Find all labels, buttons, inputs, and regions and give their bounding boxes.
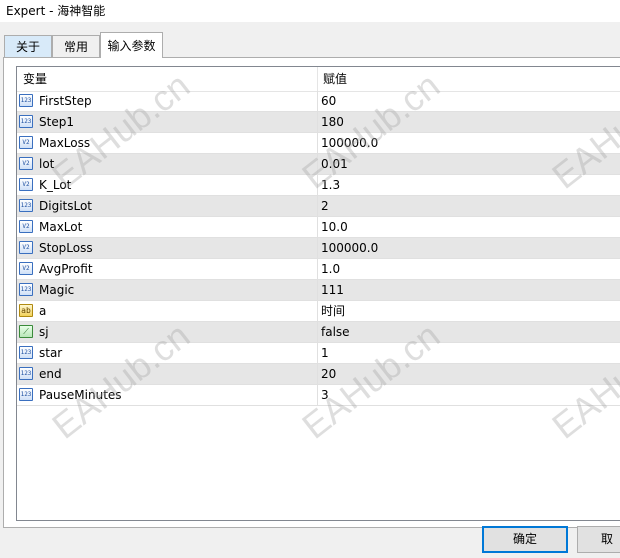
parameter-name: K_Lot (39, 178, 72, 192)
tab-inputs[interactable]: 输入参数 (100, 32, 163, 58)
cell-divider (317, 91, 318, 112)
cell-divider (317, 112, 318, 133)
column-divider[interactable] (317, 67, 318, 91)
parameter-value[interactable]: 1.3 (321, 175, 340, 196)
cell-divider (317, 133, 318, 154)
cell-divider (317, 280, 318, 301)
parameter-name: AvgProfit (39, 262, 93, 276)
integer-icon: 123 (19, 388, 33, 401)
window-title: Expert - 海神智能 (6, 4, 106, 18)
parameter-row-k-lot[interactable]: V2 K_Lot 1.3 (17, 175, 620, 196)
grid-header: 变量 赋值 (17, 67, 620, 92)
parameter-row-maxloss[interactable]: V2 MaxLoss 100000.0 (17, 133, 620, 154)
ok-button[interactable]: 确定 (482, 526, 568, 553)
parameter-value[interactable]: 0.01 (321, 154, 348, 175)
parameter-name: MaxLot (39, 220, 83, 234)
tab-common[interactable]: 常用 (52, 35, 100, 57)
grid-rows: 123 FirstStep 60 123 Step1 180 V2 MaxLoss 100000… (17, 91, 620, 406)
cell-divider (317, 385, 318, 406)
cell-divider (317, 196, 318, 217)
parameter-name: a (39, 304, 47, 318)
parameter-value[interactable]: 100000.0 (321, 238, 378, 259)
parameter-name: end (39, 367, 62, 381)
cell-divider (317, 301, 318, 322)
cancel-button[interactable]: 取 (577, 526, 620, 553)
parameter-value[interactable]: 111 (321, 280, 344, 301)
parameter-name: Magic (39, 283, 75, 297)
parameter-row-star[interactable]: 123 star 1 (17, 343, 620, 364)
double-icon: V2 (19, 178, 33, 191)
integer-icon: 123 (19, 199, 33, 212)
string-icon: ab (19, 304, 33, 317)
column-header-value[interactable]: 赋值 (323, 67, 347, 91)
double-icon: V2 (19, 241, 33, 254)
title-bar: Expert - 海神智能 (0, 0, 620, 22)
double-icon: V2 (19, 220, 33, 233)
double-icon: V2 (19, 136, 33, 149)
integer-icon: 123 (19, 346, 33, 359)
parameter-name: DigitsLot (39, 199, 93, 213)
parameter-row-firststep[interactable]: 123 FirstStep 60 (17, 91, 620, 112)
parameter-name: sj (39, 325, 49, 339)
parameter-row-a[interactable]: ab a 时间 (17, 301, 620, 322)
parameter-row-digitslot[interactable]: 123 DigitsLot 2 (17, 196, 620, 217)
parameter-name: StopLoss (39, 241, 93, 255)
tab-about[interactable]: 关于 (4, 35, 52, 57)
cell-divider (317, 343, 318, 364)
double-icon: V2 (19, 157, 33, 170)
cell-divider (317, 259, 318, 280)
parameter-value[interactable]: 1.0 (321, 259, 340, 280)
parameter-value[interactable]: 3 (321, 385, 329, 406)
parameter-row-pauseminutes[interactable]: 123 PauseMinutes 3 (17, 385, 620, 406)
parameter-row-lot[interactable]: V2 lot 0.01 (17, 154, 620, 175)
parameter-value[interactable]: 2 (321, 196, 329, 217)
integer-icon: 123 (19, 94, 33, 107)
parameter-row-magic[interactable]: 123 Magic 111 (17, 280, 620, 301)
cell-divider (317, 238, 318, 259)
cell-divider (317, 175, 318, 196)
parameter-value[interactable]: false (321, 322, 350, 343)
double-icon: V2 (19, 262, 33, 275)
parameter-name: PauseMinutes (39, 388, 122, 402)
parameter-value[interactable]: 时间 (321, 301, 345, 322)
parameter-name: lot (39, 157, 55, 171)
parameter-value[interactable]: 10.0 (321, 217, 348, 238)
parameter-name: star (39, 346, 63, 360)
cell-divider (317, 217, 318, 238)
parameter-name: FirstStep (39, 94, 92, 108)
cell-divider (317, 364, 318, 385)
integer-icon: 123 (19, 283, 33, 296)
parameter-row-end[interactable]: 123 end 20 (17, 364, 620, 385)
parameter-row-avgprofit[interactable]: V2 AvgProfit 1.0 (17, 259, 620, 280)
parameters-grid: 变量 赋值 123 FirstStep 60 123 Step1 180 V2 MaxLoss… (16, 66, 620, 521)
parameter-value[interactable]: 60 (321, 91, 336, 112)
parameter-row-step1[interactable]: 123 Step1 180 (17, 112, 620, 133)
parameter-name: MaxLoss (39, 136, 91, 150)
cell-divider (317, 322, 318, 343)
parameter-row-stoploss[interactable]: V2 StopLoss 100000.0 (17, 238, 620, 259)
parameter-row-sj[interactable]: ⟋ sj false (17, 322, 620, 343)
cell-divider (317, 154, 318, 175)
parameter-value[interactable]: 180 (321, 112, 344, 133)
parameter-row-maxlot[interactable]: V2 MaxLot 10.0 (17, 217, 620, 238)
integer-icon: 123 (19, 115, 33, 128)
parameter-name: Step1 (39, 115, 74, 129)
integer-icon: 123 (19, 367, 33, 380)
column-header-variable[interactable]: 变量 (23, 67, 47, 91)
parameter-value[interactable]: 100000.0 (321, 133, 378, 154)
tab-strip: 关于 常用 输入参数 (0, 32, 620, 58)
parameter-value[interactable]: 20 (321, 364, 336, 385)
parameter-value[interactable]: 1 (321, 343, 329, 364)
boolean-icon: ⟋ (19, 325, 33, 338)
